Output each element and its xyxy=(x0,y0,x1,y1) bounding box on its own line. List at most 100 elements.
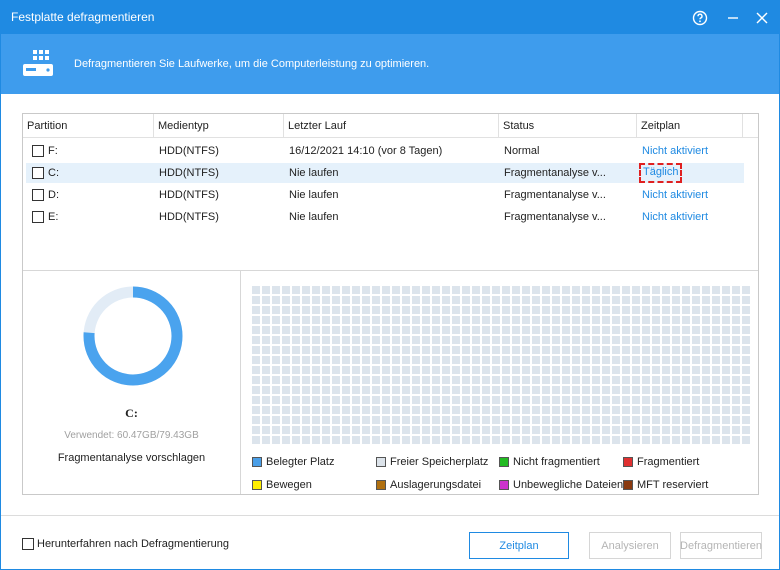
column-media-type[interactable]: Medientyp xyxy=(153,114,283,138)
disk-block xyxy=(592,316,600,324)
disk-block xyxy=(692,326,700,334)
disk-block xyxy=(422,366,430,374)
disk-block xyxy=(642,376,650,384)
disk-block xyxy=(392,426,400,434)
disk-block xyxy=(492,396,500,404)
disk-block xyxy=(342,296,350,304)
disk-block xyxy=(372,386,380,394)
table-row[interactable]: C: HDD(NTFS) Nie laufen Fragmentanalyse … xyxy=(26,163,744,183)
disk-block xyxy=(362,306,370,314)
disk-block xyxy=(482,346,490,354)
disk-block xyxy=(392,286,400,294)
schedule-link[interactable]: Täglich xyxy=(639,163,683,183)
disk-block xyxy=(652,336,660,344)
disk-block xyxy=(512,416,520,424)
disk-block xyxy=(682,356,690,364)
disk-block xyxy=(582,306,590,314)
legend-label: Unbewegliche Dateien xyxy=(513,479,624,491)
disk-block xyxy=(402,306,410,314)
disk-block xyxy=(312,376,320,384)
disk-block xyxy=(562,376,570,384)
disk-block xyxy=(272,366,280,374)
column-schedule[interactable]: Zeitplan xyxy=(636,114,742,138)
table-row[interactable]: D: HDD(NTFS) Nie laufen Fragmentanalyse … xyxy=(26,185,744,205)
disk-block xyxy=(732,296,740,304)
disk-block xyxy=(502,366,510,374)
disk-block xyxy=(342,356,350,364)
row-checkbox[interactable] xyxy=(32,211,44,223)
disk-block xyxy=(532,366,540,374)
help-button[interactable] xyxy=(689,7,711,29)
table-row[interactable]: E: HDD(NTFS) Nie laufen Fragmentanalyse … xyxy=(26,207,744,227)
disk-block xyxy=(722,316,730,324)
shutdown-after-defrag-checkbox[interactable]: Herunterfahren nach Defragmentierung xyxy=(22,538,229,550)
schedule-link[interactable]: Nicht aktiviert xyxy=(642,207,708,227)
disk-block xyxy=(692,346,700,354)
disk-block xyxy=(622,366,630,374)
disk-block xyxy=(692,416,700,424)
disk-block xyxy=(692,436,700,444)
disk-block xyxy=(342,346,350,354)
column-last-run[interactable]: Letzter Lauf xyxy=(283,114,498,138)
title-bar: Festplatte defragmentieren xyxy=(1,1,779,34)
disk-block xyxy=(582,346,590,354)
disk-block xyxy=(352,346,360,354)
disk-block xyxy=(592,306,600,314)
disk-block xyxy=(422,416,430,424)
disk-block xyxy=(452,296,460,304)
disk-block xyxy=(562,356,570,364)
disk-block xyxy=(552,376,560,384)
disk-block xyxy=(722,426,730,434)
disk-block xyxy=(522,286,530,294)
disk-block xyxy=(262,366,270,374)
schedule-link[interactable]: Nicht aktiviert xyxy=(642,185,708,205)
disk-block xyxy=(692,356,700,364)
disk-block xyxy=(482,396,490,404)
disk-block xyxy=(662,336,670,344)
row-checkbox[interactable] xyxy=(32,145,44,157)
row-checkbox[interactable] xyxy=(32,189,44,201)
table-row[interactable]: F: HDD(NTFS) 16/12/2021 14:10 (vor 8 Tag… xyxy=(26,141,744,161)
disk-block xyxy=(672,376,680,384)
disk-block xyxy=(692,396,700,404)
disk-block xyxy=(332,386,340,394)
disk-block xyxy=(502,416,510,424)
disk-block xyxy=(622,346,630,354)
disk-block xyxy=(252,306,260,314)
disk-block xyxy=(592,296,600,304)
analyze-button[interactable]: Analysieren xyxy=(589,532,671,559)
schedule-button[interactable]: Zeitplan xyxy=(469,532,569,559)
disk-block xyxy=(662,346,670,354)
disk-block xyxy=(312,306,320,314)
disk-block xyxy=(252,406,260,414)
column-partition[interactable]: Partition xyxy=(23,114,153,138)
disk-block xyxy=(702,286,710,294)
disk-block xyxy=(422,426,430,434)
minimize-button[interactable] xyxy=(722,7,744,29)
disk-block xyxy=(482,336,490,344)
disk-block xyxy=(632,286,640,294)
disk-block xyxy=(612,406,620,414)
disk-block xyxy=(482,306,490,314)
disk-block xyxy=(642,316,650,324)
disk-block xyxy=(452,406,460,414)
disk-block xyxy=(272,406,280,414)
disk-block xyxy=(662,366,670,374)
row-checkbox[interactable] xyxy=(32,167,44,179)
close-button[interactable] xyxy=(751,7,773,29)
schedule-link[interactable]: Nicht aktiviert xyxy=(642,141,708,161)
disk-block xyxy=(492,336,500,344)
column-status[interactable]: Status xyxy=(498,114,636,138)
disk-block xyxy=(632,376,640,384)
disk-block xyxy=(292,396,300,404)
disk-block xyxy=(552,316,560,324)
disk-block xyxy=(412,416,420,424)
disk-block xyxy=(702,386,710,394)
disk-block xyxy=(662,416,670,424)
help-icon xyxy=(692,10,708,26)
disk-block xyxy=(482,316,490,324)
disk-block xyxy=(672,386,680,394)
defragment-button[interactable]: Defragmentieren xyxy=(680,532,762,559)
disk-block xyxy=(572,356,580,364)
checkbox-box[interactable] xyxy=(22,538,34,550)
